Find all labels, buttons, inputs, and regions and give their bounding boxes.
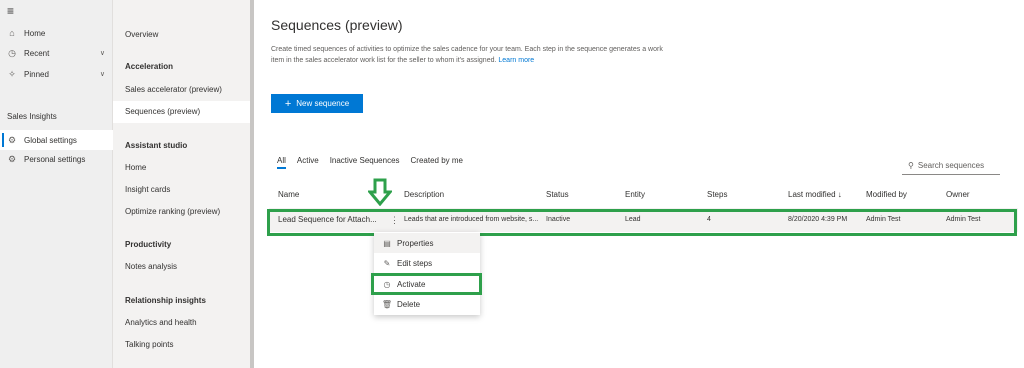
column-header-description[interactable]: Description bbox=[404, 190, 444, 199]
subnav-item-talking-points[interactable]: Talking points bbox=[125, 340, 173, 349]
tab-all[interactable]: All bbox=[277, 156, 286, 169]
tab-inactive-sequences[interactable]: Inactive Sequences bbox=[330, 156, 400, 165]
delete-icon: 🗑 bbox=[381, 299, 393, 309]
pin-icon: ✧ bbox=[8, 68, 16, 79]
subnav-item-home[interactable]: Home bbox=[125, 163, 146, 172]
nav-item-label: Recent bbox=[24, 48, 50, 58]
column-header-modified-by[interactable]: Modified by bbox=[866, 190, 907, 199]
subnav-item-analytics-health[interactable]: Analytics and health bbox=[125, 318, 197, 327]
menu-item-label: Edit steps bbox=[397, 258, 433, 268]
subnav-item-sales-accelerator[interactable]: Sales accelerator (preview) bbox=[125, 85, 222, 94]
subnav-item-sequences[interactable]: Sequences (preview) bbox=[125, 107, 200, 116]
subnav-section-title: Relationship insights bbox=[125, 296, 206, 305]
nav-item-personal-settings[interactable]: ⚙ Personal settings bbox=[0, 149, 113, 169]
chevron-down-icon[interactable]: ∨ bbox=[100, 70, 105, 78]
new-sequence-label: New sequence bbox=[296, 99, 350, 108]
learn-more-link[interactable]: Learn more bbox=[498, 57, 534, 64]
edit-icon: ✎ bbox=[383, 258, 391, 268]
column-header-name[interactable]: Name bbox=[278, 190, 299, 199]
home-icon: ⌂ bbox=[9, 28, 15, 38]
nav-item-label: Pinned bbox=[24, 69, 49, 79]
column-header-owner[interactable]: Owner bbox=[946, 190, 970, 199]
nav-item-label: Personal settings bbox=[24, 154, 86, 164]
activate-highlight-box bbox=[371, 273, 482, 295]
search-icon: ⚲ bbox=[908, 161, 914, 170]
tab-created-by-me[interactable]: Created by me bbox=[411, 156, 463, 165]
chevron-down-icon[interactable]: ∨ bbox=[100, 49, 105, 57]
subnav-section-title: Assistant studio bbox=[125, 141, 188, 150]
menu-item-edit-steps[interactable]: ✎ Edit steps bbox=[374, 253, 480, 273]
clock-icon: ◷ bbox=[8, 47, 16, 58]
subnav-item-optimize-ranking[interactable]: Optimize ranking (preview) bbox=[125, 207, 220, 216]
column-header-last-modified[interactable]: Last modified ↓ bbox=[788, 190, 842, 199]
search-placeholder: Search sequences bbox=[917, 161, 985, 170]
subnav-section-title: Productivity bbox=[125, 240, 172, 249]
nav-item-home[interactable]: ⌂ Home bbox=[0, 23, 113, 43]
tab-active[interactable]: Active bbox=[297, 156, 319, 165]
plus-icon: + bbox=[284, 97, 292, 110]
subnav-section-title: Acceleration bbox=[125, 62, 174, 71]
left-navigation: ≡ ⌂ Home ◷ Recent ∨ ✧ Pinned ∨ Sales Ins… bbox=[0, 0, 113, 368]
down-arrow-annotation-icon bbox=[368, 178, 392, 206]
person-settings-icon: ⚙ bbox=[7, 153, 17, 164]
settings-subnav: Overview Acceleration Sales accelerator … bbox=[113, 0, 250, 368]
subnav-item-notes-analysis[interactable]: Notes analysis bbox=[125, 262, 177, 271]
properties-icon: ▤ bbox=[383, 238, 391, 248]
nav-item-recent[interactable]: ◷ Recent ∨ bbox=[0, 43, 113, 63]
page-description: Create timed sequences of activities to … bbox=[271, 44, 671, 66]
search-input[interactable]: ⚲ Search sequences bbox=[902, 157, 1000, 175]
description-text: Create timed sequences of activities to … bbox=[271, 46, 663, 64]
menu-item-properties[interactable]: ▤ Properties bbox=[374, 233, 480, 253]
column-header-steps[interactable]: Steps bbox=[707, 190, 727, 199]
column-header-entity[interactable]: Entity bbox=[625, 190, 645, 199]
nav-item-label: Global settings bbox=[24, 135, 77, 145]
menu-item-label: Properties bbox=[397, 238, 434, 248]
column-header-status[interactable]: Status bbox=[546, 190, 569, 199]
nav-item-pinned[interactable]: ✧ Pinned ∨ bbox=[0, 64, 113, 84]
nav-group-title: Sales Insights bbox=[7, 112, 57, 121]
subnav-item-overview[interactable]: Overview bbox=[125, 30, 158, 39]
new-sequence-button[interactable]: + New sequence bbox=[271, 94, 363, 113]
sequence-filter-tabs: All Active Inactive Sequences Created by… bbox=[277, 156, 474, 169]
nav-item-global-settings[interactable]: ⚙ Global settings bbox=[0, 130, 113, 150]
menu-item-label: Delete bbox=[397, 299, 421, 309]
nav-item-label: Home bbox=[24, 28, 46, 38]
page-title: Sequences (preview) bbox=[271, 17, 403, 33]
hamburger-menu-icon[interactable]: ≡ bbox=[7, 4, 14, 18]
menu-item-delete[interactable]: 🗑 Delete bbox=[374, 294, 480, 314]
settings-icon: ⚙ bbox=[7, 134, 17, 145]
subnav-item-insight-cards[interactable]: Insight cards bbox=[125, 185, 170, 194]
